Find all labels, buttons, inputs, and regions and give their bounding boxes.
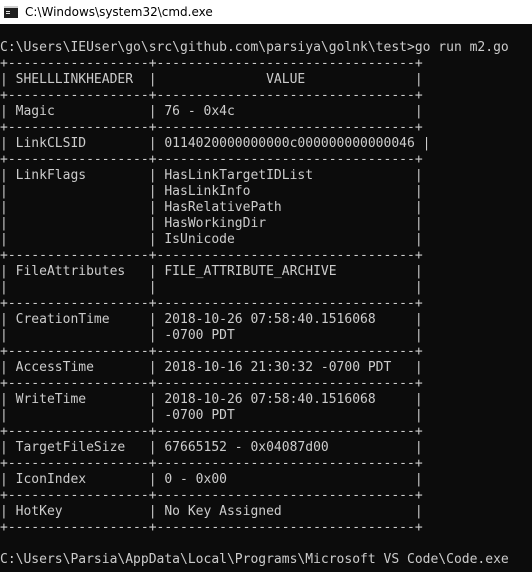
table-row: | TargetFileSize | 67665152 - 0x04087d00…	[0, 440, 423, 455]
table-border: +------------------+--------------------…	[0, 376, 423, 391]
table-border: +------------------+--------------------…	[0, 88, 423, 103]
cmd-icon	[4, 6, 18, 18]
table-border: +------------------+--------------------…	[0, 248, 423, 263]
window-title: C:\Windows\system32\cmd.exe	[25, 5, 213, 19]
table-row: | WriteTime | 2018-10-26 07:58:40.151606…	[0, 392, 423, 407]
console-command-line: C:\Users\IEUser\go\src\github.com\parsiy…	[0, 40, 509, 55]
console-prompt: C:\Users\Parsia\AppData\Local\Programs\M…	[0, 552, 509, 567]
table-row: | | -0700 PDT |	[0, 408, 423, 423]
window-titlebar[interactable]: C:\Windows\system32\cmd.exe	[0, 0, 532, 24]
table-row: | | HasWorkingDir |	[0, 216, 423, 231]
table-row: | | -0700 PDT |	[0, 328, 423, 343]
console-output[interactable]: C:\Users\IEUser\go\src\github.com\parsiy…	[0, 24, 532, 572]
table-border: +------------------+--------------------…	[0, 344, 423, 359]
table-border: +------------------+--------------------…	[0, 296, 423, 311]
table-row: | FileAttributes | FILE_ATTRIBUTE_ARCHIV…	[0, 264, 423, 279]
table-row: | LinkCLSID | 0114020000000000c000000000…	[0, 136, 431, 151]
table-row: | | |	[0, 280, 423, 295]
table-border: +------------------+--------------------…	[0, 152, 423, 167]
table-row: | LinkFlags | HasLinkTargetIDList |	[0, 168, 423, 183]
table-border: +------------------+--------------------…	[0, 520, 423, 535]
table-row: | IconIndex | 0 - 0x00 |	[0, 472, 423, 487]
table-row: | | IsUnicode |	[0, 232, 423, 247]
table-row: | Magic | 76 - 0x4c |	[0, 104, 423, 119]
table-border: +------------------+--------------------…	[0, 488, 423, 503]
table-row: | CreationTime | 2018-10-26 07:58:40.151…	[0, 312, 423, 327]
table-row: | HotKey | No Key Assigned |	[0, 504, 423, 519]
table-header: | SHELLLINKHEADER | VALUE |	[0, 72, 423, 87]
table-border: +------------------+--------------------…	[0, 56, 423, 71]
table-border: +------------------+--------------------…	[0, 120, 423, 135]
table-row: | AccessTime | 2018-10-16 21:30:32 -0700…	[0, 360, 423, 375]
table-row: | | HasRelativePath |	[0, 200, 423, 215]
table-border: +------------------+--------------------…	[0, 424, 423, 439]
table-border: +------------------+--------------------…	[0, 456, 423, 471]
table-row: | | HasLinkInfo |	[0, 184, 423, 199]
